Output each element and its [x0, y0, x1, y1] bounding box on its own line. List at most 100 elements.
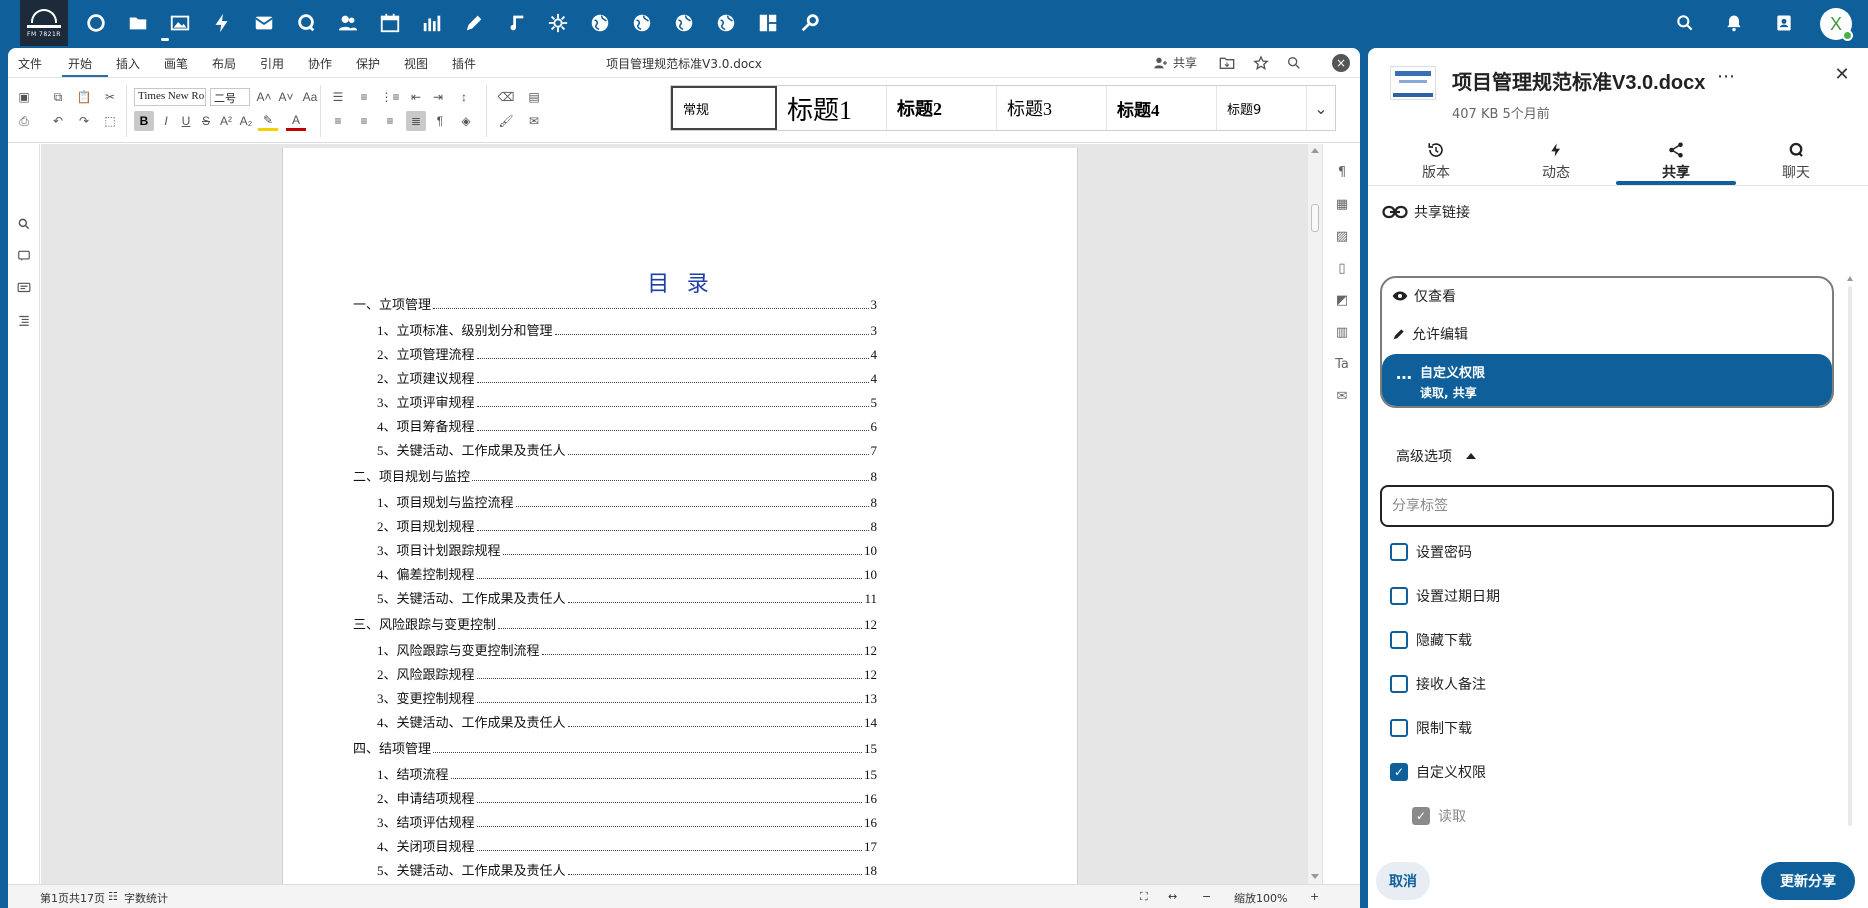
analytics-icon[interactable] [417, 8, 447, 38]
superscript-icon[interactable]: A² [216, 111, 236, 131]
style-heading-3[interactable]: 标题3 [997, 86, 1107, 130]
favorite-star-icon[interactable] [1251, 53, 1271, 73]
contacts-icon[interactable] [333, 8, 363, 38]
decrease-font-icon[interactable]: A˅ [276, 87, 296, 107]
toc-entry[interactable]: 1、项目规划与监控流程 8 [377, 492, 877, 511]
settings-icon[interactable] [543, 8, 573, 38]
notes-icon[interactable] [459, 8, 489, 38]
mail-merge-icon[interactable]: ✉ [524, 111, 544, 131]
search-icon[interactable] [1672, 10, 1698, 36]
toc-section[interactable]: 三、风险跟踪与变更控制 12 [353, 614, 877, 633]
header-footer-icon[interactable]: ▯ [1332, 258, 1352, 278]
paste-icon[interactable]: 📋 [74, 87, 94, 107]
chevron-down-icon[interactable]: ⌄ [1307, 86, 1335, 130]
text-art-icon[interactable]: Ta [1332, 354, 1352, 374]
toc-entry[interactable]: 4、偏差控制规程 10 [377, 564, 877, 583]
activity-icon[interactable] [207, 8, 237, 38]
line-spacing-icon[interactable]: ↕ [454, 87, 474, 107]
toc-entry[interactable]: 2、立项建议规程 4 [377, 368, 877, 387]
word-count-button[interactable]: 字数统计 [124, 890, 168, 906]
checkbox[interactable] [1390, 631, 1408, 649]
toc-entry[interactable]: 2、立项管理流程 4 [377, 344, 877, 363]
chat-icon[interactable] [14, 278, 34, 298]
style-heading-2[interactable]: 标题2 [887, 86, 997, 130]
toc-entry[interactable]: 5、关键活动、工作成果及责任人 7 [377, 440, 877, 459]
save-icon[interactable]: ▣ [14, 87, 34, 107]
fit-page-icon[interactable]: ⛶ [1140, 890, 1148, 904]
bullet-list-icon[interactable]: ☰ [328, 87, 348, 107]
clear-format-icon[interactable]: ⌫ [496, 87, 516, 107]
toc-entry[interactable]: 4、项目筹备规程 6 [377, 416, 877, 435]
numbered-list-icon[interactable]: ≡ [354, 87, 374, 107]
checkbox[interactable] [1390, 719, 1408, 737]
style-heading-9[interactable]: 标题9 [1217, 86, 1307, 130]
toc-entry[interactable]: 3、项目计划跟踪规程 10 [377, 540, 877, 559]
search-icon[interactable] [14, 214, 34, 234]
font-color-icon[interactable]: A [286, 111, 306, 131]
align-left-icon[interactable]: ≡ [328, 111, 348, 131]
toc-entry[interactable]: 4、关键活动、工作成果及责任人 14 [377, 712, 877, 731]
bell-icon[interactable] [1721, 10, 1747, 36]
tools-icon[interactable] [795, 8, 825, 38]
toc-entry[interactable]: 4、关闭项目规程 17 [377, 836, 877, 855]
select-all-icon[interactable]: ⬚ [100, 111, 120, 131]
italic-icon[interactable]: I [156, 111, 176, 131]
tab-versions[interactable]: 版本 [1376, 138, 1496, 188]
table-style-icon[interactable]: ▤ [524, 87, 544, 107]
toc-entry[interactable]: 5、关键活动、工作成果及责任人 11 [377, 588, 877, 607]
toc-entry[interactable]: 3、结项评估规程 16 [377, 812, 877, 831]
vertical-scrollbar[interactable] [1308, 144, 1322, 884]
format-painter-icon[interactable]: 🖌 [496, 111, 516, 131]
permission-view-only[interactable]: 仅查看 [1392, 286, 1456, 306]
image-settings-icon[interactable]: ▨ [1332, 226, 1352, 246]
table-settings-icon[interactable]: ▦ [1332, 194, 1352, 214]
mail-icon[interactable] [249, 8, 279, 38]
calendar-icon[interactable] [375, 8, 405, 38]
tab-chat[interactable]: 聊天 [1736, 138, 1856, 188]
shading-icon[interactable]: ◈ [456, 111, 476, 131]
toc-entry[interactable]: 1、风险跟踪与变更控制流程 12 [377, 640, 877, 659]
permission-custom[interactable]: ⋯ 自定义权限 读取, 共享 [1382, 354, 1832, 406]
option-recipient-note[interactable]: 接收人备注 [1390, 674, 1486, 694]
globe-icon[interactable] [627, 8, 657, 38]
search-icon[interactable] [1284, 53, 1304, 73]
copy-icon[interactable]: ⧉ [48, 87, 68, 107]
talk-icon[interactable] [291, 8, 321, 38]
option-custom-permissions[interactable]: ✓ 自定义权限 [1390, 762, 1486, 782]
toc-entry[interactable]: 2、项目规划规程 8 [377, 516, 877, 535]
font-name-select[interactable]: Times New Ro [134, 88, 206, 106]
strikethrough-icon[interactable]: S [196, 111, 216, 131]
toc-entry[interactable]: 3、立项评审规程 5 [377, 392, 877, 411]
globe-icon[interactable] [585, 8, 615, 38]
style-heading-4[interactable]: 标题4 [1107, 86, 1217, 130]
comment-icon[interactable] [14, 246, 34, 266]
globe-icon[interactable] [669, 8, 699, 38]
style-heading-1[interactable]: 标题1 [777, 86, 887, 130]
globe-icon[interactable] [711, 8, 741, 38]
change-case-icon[interactable]: Aa [300, 87, 320, 107]
style-normal[interactable]: 常规 [671, 86, 777, 130]
advanced-options-toggle[interactable]: 高级选项 [1396, 446, 1476, 466]
increase-indent-icon[interactable]: ⇥ [428, 87, 448, 107]
print-icon[interactable]: ⎙ [14, 111, 34, 131]
office-icon[interactable] [753, 8, 783, 38]
checkbox[interactable] [1390, 587, 1408, 605]
tab-activity[interactable]: 动态 [1496, 138, 1616, 188]
close-icon[interactable]: ✕ [1830, 64, 1854, 88]
toc-entry[interactable]: 5、关键活动、工作成果及责任人 18 [377, 860, 877, 879]
toc-section[interactable]: 一、立项管理 3 [353, 294, 877, 313]
dashboard-icon[interactable] [81, 8, 111, 38]
chart-settings-icon[interactable]: ▥ [1332, 322, 1352, 342]
decrease-indent-icon[interactable]: ⇤ [406, 87, 426, 107]
undo-icon[interactable]: ↶ [48, 111, 68, 131]
files-icon[interactable] [123, 8, 153, 38]
multilevel-list-icon[interactable]: ⋮≡ [380, 87, 400, 107]
open-folder-icon[interactable] [1217, 53, 1237, 73]
checkbox[interactable] [1390, 543, 1408, 561]
word-count-icon[interactable]: ☷ [108, 890, 118, 903]
cancel-button[interactable]: 取消 [1376, 862, 1430, 900]
paragraph-mark-icon[interactable]: ¶ [430, 111, 450, 131]
navigation-icon[interactable] [14, 310, 34, 330]
checkbox-checked[interactable]: ✓ [1390, 763, 1408, 781]
toc-entry[interactable]: 1、结项流程 15 [377, 764, 877, 783]
